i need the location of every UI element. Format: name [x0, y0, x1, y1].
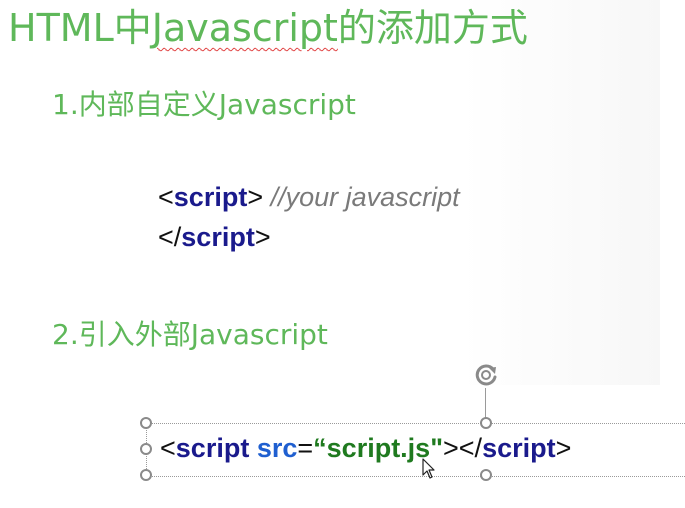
code-line-script-open: <script> //your javascript [158, 181, 460, 213]
ext-gt: > [555, 433, 572, 463]
title-suffix: 的添加方式 [337, 6, 528, 50]
ext-tag: script [175, 433, 250, 463]
code-close-gt: > [254, 222, 271, 252]
code-comment: //your javascript [263, 182, 460, 212]
ext-lt: < [160, 433, 176, 463]
ext-attr: src [256, 433, 298, 463]
resize-handle-top-left[interactable] [140, 417, 152, 429]
rotate-handle-stem [485, 388, 486, 418]
ext-space [249, 433, 257, 463]
resize-handle-bottom-left[interactable] [140, 469, 152, 481]
code-line-external-script[interactable]: <script src=“script.js"></script> [160, 432, 571, 464]
resize-handle-middle-left[interactable] [140, 443, 152, 455]
title-spellcheck-word: Javascript [151, 6, 338, 50]
code-close-lt: </ [158, 222, 182, 252]
slide-canvas: HTML中Javascript的添加方式 1.内部自定义Javascript <… [0, 0, 685, 508]
ext-close-tag: script [482, 433, 556, 463]
ext-eq: = [297, 433, 314, 463]
slide-title: HTML中Javascript的添加方式 [8, 6, 528, 50]
code-close-tag: script [181, 222, 255, 252]
code-line-script-close: </script> [158, 221, 271, 253]
ext-gt-close: ></ [443, 433, 483, 463]
resize-handle-top-middle[interactable] [480, 417, 492, 429]
title-prefix: HTML中 [8, 6, 152, 50]
mouse-cursor-icon [422, 458, 435, 479]
rotate-handle-icon[interactable] [471, 360, 501, 390]
resize-handle-bottom-middle[interactable] [480, 469, 492, 481]
code-open-gt: > [247, 182, 264, 212]
heading-external-javascript: 2.引入外部Javascript [52, 318, 328, 351]
code-open-lt: < [158, 182, 174, 212]
heading-internal-javascript: 1.内部自定义Javascript [52, 88, 356, 121]
code-open-tag: script [173, 182, 248, 212]
